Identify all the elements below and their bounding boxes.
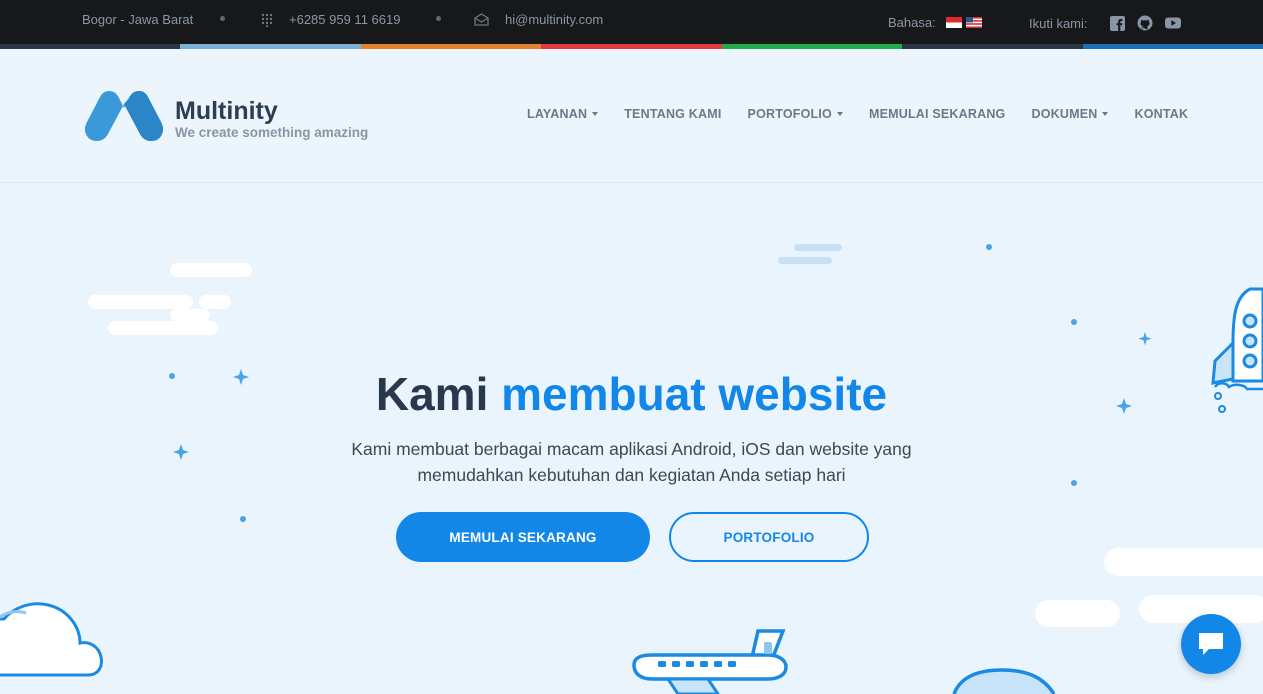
planet-illustration (952, 668, 1056, 694)
phone-text: +6285 959 11 6619 (289, 12, 401, 27)
email-info[interactable]: hi@multinity.com (474, 12, 603, 27)
facebook-icon[interactable] (1109, 15, 1125, 31)
hero-title-accent: membuat website (501, 368, 888, 420)
separator-dot (220, 16, 225, 21)
nav-label: TENTANG KAMI (624, 107, 722, 121)
portfolio-button[interactable]: PORTOFOLIO (669, 512, 869, 562)
nav-item-layanan[interactable]: LAYANAN (527, 107, 599, 121)
hero-subtitle-line1: Kami membuat berbagai macam aplikasi And… (351, 439, 912, 459)
main-navigation: LAYANAN TENTANG KAMI PORTOFOLIO MEMULAI … (527, 107, 1214, 121)
mail-icon (474, 13, 489, 26)
hero-title: Kami membuat website (0, 367, 1263, 421)
github-icon[interactable] (1137, 15, 1153, 31)
email-text: hi@multinity.com (505, 12, 604, 27)
caret-down-icon (836, 112, 843, 116)
brand-tagline: We create something amazing (175, 125, 369, 140)
youtube-icon[interactable] (1164, 17, 1181, 29)
nav-item-kontak[interactable]: KONTAK (1134, 107, 1188, 121)
nav-label: KONTAK (1134, 107, 1189, 121)
chat-button[interactable] (1181, 614, 1241, 674)
nav-item-dokumen[interactable]: DOKUMEN (1031, 107, 1109, 121)
flag-us-icon[interactable] (965, 17, 982, 28)
caret-down-icon (1102, 112, 1109, 116)
language-switcher: Bahasa: (888, 15, 982, 30)
hero-title-plain: Kami (375, 368, 489, 420)
social-links: Ikuti kami: (1029, 15, 1181, 31)
nav-item-portofolio[interactable]: PORTOFOLIO (748, 107, 843, 121)
multinity-logo-icon (84, 91, 164, 141)
nav-label: LAYANAN (527, 107, 588, 121)
phone-info[interactable]: +6285 959 11 6619 (261, 12, 400, 27)
nav-label: MEMULAI SEKARANG (868, 107, 1006, 121)
brand-name: Multinity (175, 97, 278, 125)
chat-bubble-icon (1199, 633, 1223, 655)
language-label: Bahasa: (888, 15, 936, 30)
nav-label: PORTOFOLIO (747, 107, 832, 121)
nav-item-tentang-kami[interactable]: TENTANG KAMI (624, 107, 721, 121)
flag-indonesia-icon[interactable] (945, 17, 962, 28)
nav-item-memulai-sekarang[interactable]: MEMULAI SEKARANG (869, 107, 1006, 121)
caret-down-icon (592, 112, 599, 116)
grid-phone-icon (261, 13, 273, 27)
location-info: Bogor - Jawa Barat (82, 12, 193, 27)
follow-label: Ikuti kami: (1029, 15, 1088, 31)
hero-section: Kami membuat website Kami membuat berbag… (0, 183, 1263, 694)
hero-subtitle: Kami membuat berbagai macam aplikasi And… (300, 436, 963, 488)
top-info-bar: Bogor - Jawa Barat +6285 959 11 6619 hi@… (0, 0, 1263, 44)
get-started-button[interactable]: MEMULAI SEKARANG (396, 512, 650, 562)
cloud-illustration (0, 602, 103, 677)
nav-label: DOKUMEN (1031, 107, 1098, 121)
airplane-illustration (632, 629, 788, 694)
hero-subtitle-line2: memudahkan kebutuhan dan kegiatan Anda s… (417, 465, 846, 485)
site-header: Multinity We create something amazing LA… (0, 49, 1263, 183)
location-text: Bogor - Jawa Barat (82, 12, 194, 27)
separator-dot (436, 16, 441, 21)
brand-logo[interactable]: Multinity We create something amazing (84, 90, 368, 142)
